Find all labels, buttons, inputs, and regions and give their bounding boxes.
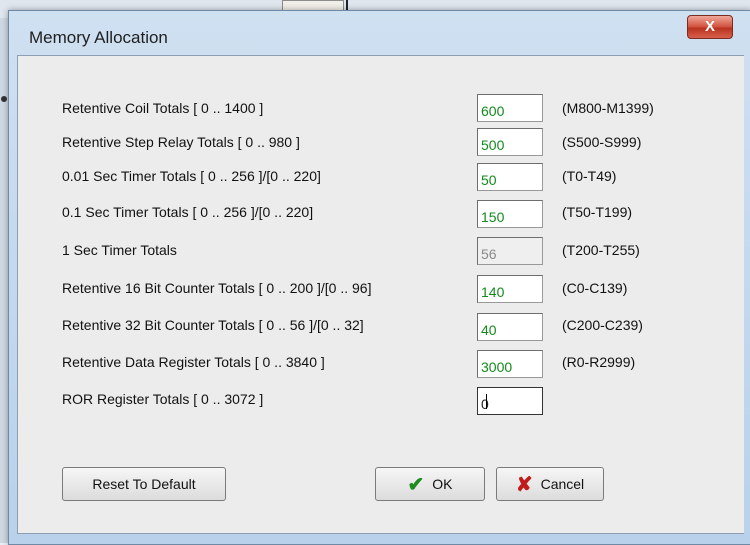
row-range-retentive-coil: (M800-M1399) <box>562 100 654 116</box>
row-range-data-register: (R0-R2999) <box>562 354 636 370</box>
ror-register-field[interactable]: 0 <box>477 387 543 415</box>
row-label-timer-001: 0.01 Sec Timer Totals [ 0 .. 256 ]/[0 ..… <box>62 168 321 184</box>
cancel-button-label: Cancel <box>540 476 585 492</box>
row-range-timer-1: (T200-T255) <box>562 242 640 258</box>
row-label-ror-register: ROR Register Totals [ 0 .. 3072 ] <box>62 391 264 407</box>
timer-01-field[interactable]: 150 <box>477 200 543 228</box>
data-register-field[interactable]: 3000 <box>477 350 543 378</box>
row-label-retentive-step-relay: Retentive Step Relay Totals [ 0 .. 980 ] <box>62 134 300 150</box>
ror-register-value: 0 <box>481 396 489 412</box>
row-label-counter-32bit: Retentive 32 Bit Counter Totals [ 0 .. 5… <box>62 317 364 333</box>
row-range-timer-001: (T0-T49) <box>562 168 617 184</box>
row-label-timer-1: 1 Sec Timer Totals <box>62 242 177 258</box>
background-marker <box>1 96 7 102</box>
timer-001-field[interactable]: 50 <box>477 163 543 191</box>
close-button[interactable]: X <box>687 15 733 39</box>
memory-allocation-dialog: Memory Allocation X Retentive Coil Total… <box>8 10 750 545</box>
ok-button-label: OK <box>432 476 453 492</box>
timer-1-field: 56 <box>477 237 543 265</box>
dialog-title: Memory Allocation <box>29 28 168 47</box>
retentive-step-relay-field[interactable]: 500 <box>477 128 543 156</box>
row-range-retentive-step-relay: (S500-S999) <box>562 134 642 150</box>
dialog-client-area: Retentive Coil Totals [ 0 .. 1400 ] 600 … <box>17 55 744 534</box>
row-range-counter-32bit: (C200-C239) <box>562 317 643 333</box>
retentive-coil-field[interactable]: 600 <box>477 94 543 122</box>
cancel-button[interactable]: ✘ Cancel <box>496 467 604 501</box>
row-label-timer-01: 0.1 Sec Timer Totals [ 0 .. 256 ]/[0 .. … <box>62 204 314 220</box>
ok-button[interactable]: ✔ OK <box>375 467 485 501</box>
row-label-counter-16bit: Retentive 16 Bit Counter Totals [ 0 .. 2… <box>62 280 372 296</box>
row-label-data-register: Retentive Data Register Totals [ 0 .. 38… <box>62 354 325 370</box>
row-range-counter-16bit: (C0-C139) <box>562 280 628 296</box>
row-label-retentive-coil: Retentive Coil Totals [ 0 .. 1400 ] <box>62 100 264 116</box>
reset-to-default-button[interactable]: Reset To Default <box>62 467 226 501</box>
checkmark-icon: ✔ <box>407 473 425 496</box>
counter-32bit-field[interactable]: 40 <box>477 313 543 341</box>
row-range-timer-01: (T50-T199) <box>562 204 633 220</box>
reset-button-label: Reset To Default <box>92 476 196 492</box>
text-caret <box>486 394 487 409</box>
counter-16bit-field[interactable]: 140 <box>477 275 543 303</box>
cross-icon: ✘ <box>515 473 533 496</box>
